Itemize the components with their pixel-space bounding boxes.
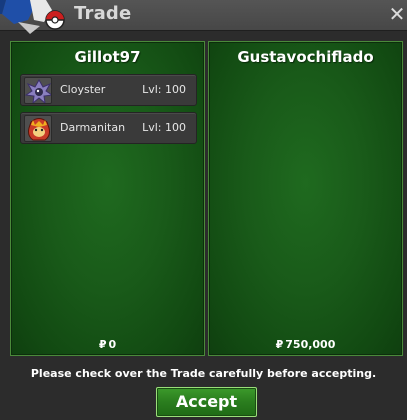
offer-item-level: Lvl: 100 [142,83,186,96]
offer-item-name: Cloyster [60,83,106,96]
money-amount: 750,000 [285,338,336,351]
right-trader-name: Gustavochiflado [237,48,374,66]
trade-notice: Please check over the Trade carefully be… [30,367,377,380]
close-icon[interactable]: ✕ [387,3,407,25]
pokeball-emblem-icon [0,0,65,34]
title-bar[interactable]: Trade ✕ [0,0,407,34]
left-trader-money: ₽0 [11,338,204,351]
window-title: Trade [74,3,132,24]
cloyster-sprite-icon [24,77,52,104]
currency-symbol: ₽ [98,338,107,351]
left-trader-name: Gillot97 [74,48,141,66]
offer-item-level: Lvl: 100 [142,121,186,134]
offer-item-cloyster[interactable]: Cloyster Lvl: 100 [20,74,197,106]
left-trader-panel: Gillot97 Cloyster Lvl: 100 Darmanitan Lv… [10,41,205,356]
currency-symbol: ₽ [275,338,284,351]
offer-item-darmanitan[interactable]: Darmanitan Lvl: 100 [20,112,197,144]
money-amount: 0 [108,338,117,351]
offer-item-name: Darmanitan [60,121,126,134]
darmanitan-sprite-icon [24,115,52,142]
accept-button[interactable]: Accept [156,387,257,417]
right-trader-panel: Gustavochiflado ₽750,000 [208,41,403,356]
trade-window: Trade ✕ Gillot97 Cloyster Lvl: 100 Darma… [0,0,407,420]
right-trader-money: ₽750,000 [209,338,402,351]
